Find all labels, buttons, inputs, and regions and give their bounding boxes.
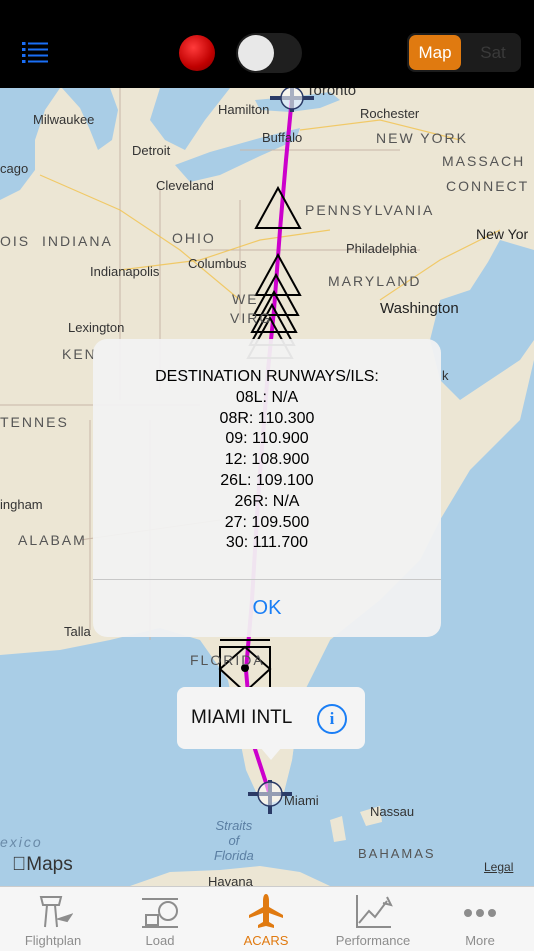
sat-segment[interactable]: Sat [467,35,519,70]
label-washington: Washington [380,300,459,317]
alert-message: DESTINATION RUNWAYS/ILS: 08L: N/A 08R: 1… [93,339,441,554]
label-virginia: VIRG [230,310,273,326]
label-maryland: MARYLAND [328,273,422,289]
cargo-loader-icon [142,898,178,928]
tab-label: Load [145,933,175,948]
label-miami: Miami [284,793,319,808]
label-birmingham: ingham [0,497,43,512]
label-hamilton: Hamilton [218,102,270,117]
record-button[interactable] [179,35,215,71]
tab-acars[interactable]: ACARS [213,887,319,951]
destination-runways-alert: DESTINATION RUNWAYS/ILS: 08L: N/A 08R: 1… [93,339,441,637]
tab-bar: Flightplan Load ACARS Performance More [0,886,534,951]
label-buffalo: Buffalo [262,130,303,145]
label-kentucky: KEN [62,346,97,362]
control-tower-icon [39,896,73,928]
label-florida: FLORIDA [190,652,265,668]
label-new-york-city: New Yor [476,226,529,242]
label-rochester: Rochester [360,106,420,121]
performance-chart-icon [356,895,393,928]
label-massachusetts: MASSACH [442,153,526,169]
more-dots-icon [464,909,496,917]
runway-line: 08L: N/A [235,388,299,406]
maps-attribution: Maps [12,854,73,875]
label-detroit: Detroit [132,143,171,158]
label-mexico: exico [0,834,43,850]
airport-name: MIAMI INTL [191,707,293,728]
map-segment[interactable]: Map [409,35,461,70]
runway-line: 08R: 110.300 [219,409,315,427]
runway-line: 09: 110.900 [225,430,309,448]
tab-performance[interactable]: Performance [320,887,426,951]
label-alabama: ALABAM [18,532,87,548]
tab-load[interactable]: Load [107,887,213,951]
label-indiana: INDIANA [42,233,113,249]
tab-label: ACARS [243,933,289,948]
tab-flightplan[interactable]: Flightplan [0,887,106,951]
tab-label: Flightplan [24,933,82,948]
label-bahamas: BAHAMAS [358,846,436,861]
info-icon[interactable]: i [317,704,347,734]
list-icon[interactable] [22,40,48,66]
label-chicago: cago [0,161,29,176]
map-type-segmented-control: Map Sat [407,33,521,72]
label-havana: Havana [208,874,253,886]
toggle-knob [238,35,274,71]
label-columbus: Columbus [188,256,247,271]
label-nassau: Nassau [370,804,415,819]
runway-line: 27: 109.500 [224,513,310,531]
label-toronto: Toronto [306,88,357,99]
ok-button[interactable]: OK [93,580,441,637]
label-straits-of-florida: Straits of Florida [214,818,254,863]
airport-callout[interactable]: MIAMI INTL i [177,687,365,760]
top-toolbar: Map Sat [0,0,534,88]
runway-line: 26R: N/A [234,492,300,510]
tab-more[interactable]: More [427,887,533,951]
label-new-york-state: NEW YORK [376,130,468,146]
label-milwaukee: Milwaukee [33,112,95,127]
label-pennsylvania: PENNSYLVANIA [305,202,435,218]
runway-line: 12: 108.900 [224,451,310,469]
label-illinois: OIS [0,233,31,249]
label-ohio: OHIO [172,230,216,246]
label-tallahassee: Talla [64,624,91,639]
label-connecticut: CONNECT [446,178,530,194]
tab-label: More [465,933,495,948]
label-tennessee: TENNES [0,414,69,430]
label-norfolk: k [442,368,449,383]
airplane-icon [249,894,283,928]
label-philadelphia: Philadelphia [346,241,417,256]
legal-link[interactable]: Legal [484,860,513,874]
runway-line: 26L: 109.100 [220,471,314,489]
runway-line: 30: 111.700 [225,534,309,552]
label-lexington: Lexington [68,320,125,335]
tab-label: Performance [335,933,411,948]
label-west-virginia: WE [232,291,259,307]
label-indianapolis: Indianapolis [90,264,160,279]
tracking-toggle[interactable] [236,33,302,73]
alert-title: DESTINATION RUNWAYS/ILS: [155,368,379,385]
label-cleveland: Cleveland [156,178,214,193]
